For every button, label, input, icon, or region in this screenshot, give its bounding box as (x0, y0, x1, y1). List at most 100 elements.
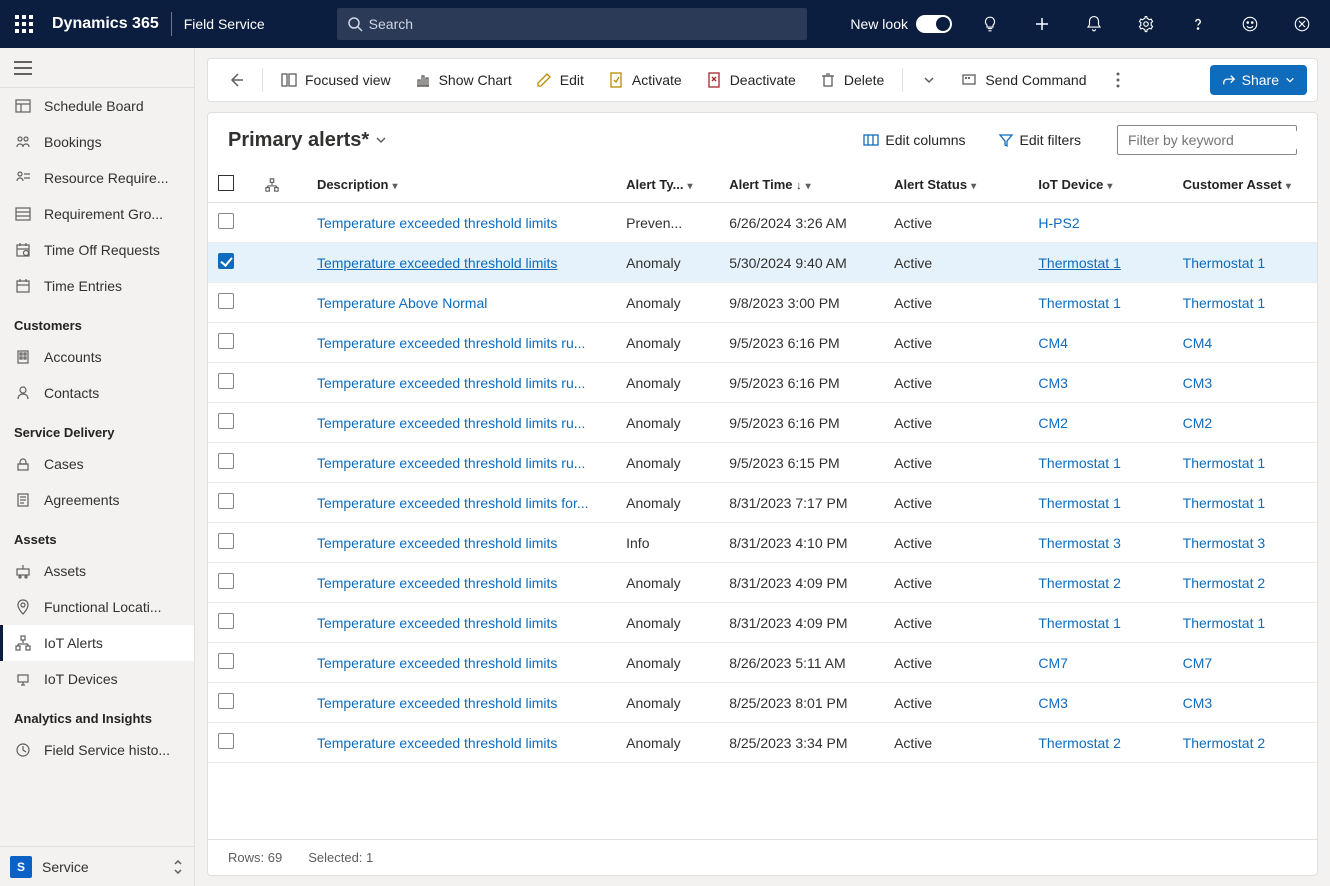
iot-device-link[interactable]: Thermostat 1 (1038, 455, 1120, 471)
table-row[interactable]: Temperature exceeded threshold limitsAno… (208, 563, 1317, 603)
table-row[interactable]: Temperature exceeded threshold limits fo… (208, 483, 1317, 523)
edit-button[interactable]: Edit (526, 64, 594, 96)
col-hierarchy[interactable] (255, 167, 307, 203)
description-link[interactable]: Temperature exceeded threshold limits (317, 255, 557, 271)
feedback-button[interactable] (1230, 0, 1270, 48)
iot-device-link[interactable]: CM4 (1038, 335, 1068, 351)
notifications-button[interactable] (1074, 0, 1114, 48)
send-command-button[interactable]: Send Command (951, 64, 1096, 96)
iot-device-link[interactable]: Thermostat 1 (1038, 615, 1120, 631)
table-row[interactable]: Temperature exceeded threshold limitsPre… (208, 203, 1317, 243)
description-link[interactable]: Temperature exceeded threshold limits (317, 215, 557, 231)
table-row[interactable]: Temperature exceeded threshold limitsInf… (208, 523, 1317, 563)
description-link[interactable]: Temperature exceeded threshold limits (317, 575, 557, 591)
nav-item[interactable]: Accounts (0, 339, 194, 375)
help-button[interactable] (1178, 0, 1218, 48)
description-link[interactable]: Temperature exceeded threshold limits (317, 615, 557, 631)
screenshot-button[interactable] (1282, 0, 1322, 48)
nav-item[interactable]: IoT Devices (0, 661, 194, 697)
deactivate-button[interactable]: Deactivate (696, 64, 806, 96)
table-row[interactable]: Temperature exceeded threshold limits ru… (208, 323, 1317, 363)
description-link[interactable]: Temperature Above Normal (317, 295, 487, 311)
customer-asset-link[interactable]: CM7 (1183, 655, 1213, 671)
grid-scroll[interactable]: Description▾ Alert Ty...▾ Alert Time ↓▾ … (208, 167, 1317, 823)
add-button[interactable] (1022, 0, 1062, 48)
nav-item[interactable]: Agreements (0, 482, 194, 518)
row-checkbox[interactable] (218, 653, 234, 669)
customer-asset-link[interactable]: CM4 (1183, 335, 1213, 351)
app-launcher-button[interactable] (8, 8, 40, 40)
description-link[interactable]: Temperature exceeded threshold limits (317, 695, 557, 711)
iot-device-link[interactable]: Thermostat 3 (1038, 535, 1120, 551)
row-checkbox[interactable] (218, 733, 234, 749)
row-checkbox[interactable] (218, 533, 234, 549)
nav-item[interactable]: Resource Require... (0, 160, 194, 196)
nav-item[interactable]: Assets (0, 553, 194, 589)
table-row[interactable]: Temperature Above NormalAnomaly9/8/2023 … (208, 283, 1317, 323)
iot-device-link[interactable]: Thermostat 2 (1038, 575, 1120, 591)
iot-device-link[interactable]: Thermostat 2 (1038, 735, 1120, 751)
nav-collapse-button[interactable] (0, 48, 194, 88)
horizontal-scrollbar[interactable] (222, 823, 1303, 839)
nav-item[interactable]: Schedule Board (0, 88, 194, 124)
nav-item[interactable]: Requirement Gro... (0, 196, 194, 232)
show-chart-button[interactable]: Show Chart (405, 64, 522, 96)
more-commands-split[interactable] (911, 64, 947, 96)
keyword-filter[interactable] (1117, 125, 1297, 155)
area-switcher[interactable]: S Service (0, 846, 194, 886)
edit-filters-button[interactable]: Edit filters (992, 128, 1087, 152)
table-row[interactable]: Temperature exceeded threshold limits ru… (208, 403, 1317, 443)
description-link[interactable]: Temperature exceeded threshold limits ru… (317, 375, 585, 391)
iot-device-link[interactable]: CM3 (1038, 695, 1068, 711)
customer-asset-link[interactable]: CM2 (1183, 415, 1213, 431)
table-row[interactable]: Temperature exceeded threshold limitsAno… (208, 603, 1317, 643)
table-row[interactable]: Temperature exceeded threshold limitsAno… (208, 243, 1317, 283)
customer-asset-link[interactable]: CM3 (1183, 375, 1213, 391)
row-checkbox[interactable] (218, 333, 234, 349)
row-checkbox[interactable] (218, 293, 234, 309)
settings-button[interactable] (1126, 0, 1166, 48)
nav-item[interactable]: Time Entries (0, 268, 194, 304)
col-select-all[interactable] (208, 167, 255, 203)
description-link[interactable]: Temperature exceeded threshold limits (317, 735, 557, 751)
customer-asset-link[interactable]: Thermostat 1 (1183, 455, 1265, 471)
iot-device-link[interactable]: H-PS2 (1038, 215, 1079, 231)
row-checkbox[interactable] (218, 613, 234, 629)
customer-asset-link[interactable]: Thermostat 2 (1183, 735, 1265, 751)
table-row[interactable]: Temperature exceeded threshold limitsAno… (208, 643, 1317, 683)
row-checkbox[interactable] (218, 693, 234, 709)
customer-asset-link[interactable]: Thermostat 1 (1183, 615, 1265, 631)
row-checkbox[interactable] (218, 213, 234, 229)
customer-asset-link[interactable]: Thermostat 2 (1183, 575, 1265, 591)
nav-item[interactable]: Bookings (0, 124, 194, 160)
row-checkbox[interactable] (218, 573, 234, 589)
row-checkbox[interactable] (218, 493, 234, 509)
col-alert-status[interactable]: Alert Status▾ (884, 167, 1028, 203)
iot-device-link[interactable]: Thermostat 1 (1038, 495, 1120, 511)
nav-item[interactable]: Field Service histo... (0, 732, 194, 768)
customer-asset-link[interactable]: Thermostat 1 (1183, 495, 1265, 511)
customer-asset-link[interactable]: CM3 (1183, 695, 1213, 711)
customer-asset-link[interactable]: Thermostat 1 (1183, 255, 1265, 271)
keyword-filter-input[interactable] (1126, 131, 1311, 149)
iot-device-link[interactable]: CM2 (1038, 415, 1068, 431)
back-button[interactable] (218, 64, 254, 96)
col-iot-device[interactable]: IoT Device▾ (1028, 167, 1172, 203)
description-link[interactable]: Temperature exceeded threshold limits (317, 535, 557, 551)
focused-view-button[interactable]: Focused view (271, 64, 401, 96)
description-link[interactable]: Temperature exceeded threshold limits fo… (317, 495, 589, 511)
overflow-button[interactable] (1100, 64, 1136, 96)
description-link[interactable]: Temperature exceeded threshold limits ru… (317, 415, 585, 431)
activate-button[interactable]: Activate (598, 64, 692, 96)
view-selector[interactable]: Primary alerts* (228, 129, 387, 152)
module-label[interactable]: Field Service (184, 16, 265, 32)
row-checkbox[interactable] (218, 453, 234, 469)
iot-device-link[interactable]: CM3 (1038, 375, 1068, 391)
nav-item[interactable]: Functional Locati... (0, 589, 194, 625)
table-row[interactable]: Temperature exceeded threshold limitsAno… (208, 723, 1317, 763)
lightbulb-button[interactable] (970, 0, 1010, 48)
share-button[interactable]: Share (1210, 65, 1307, 95)
table-row[interactable]: Temperature exceeded threshold limitsAno… (208, 683, 1317, 723)
global-search-input[interactable] (363, 15, 797, 33)
nav-item[interactable]: IoT Alerts (0, 625, 194, 661)
